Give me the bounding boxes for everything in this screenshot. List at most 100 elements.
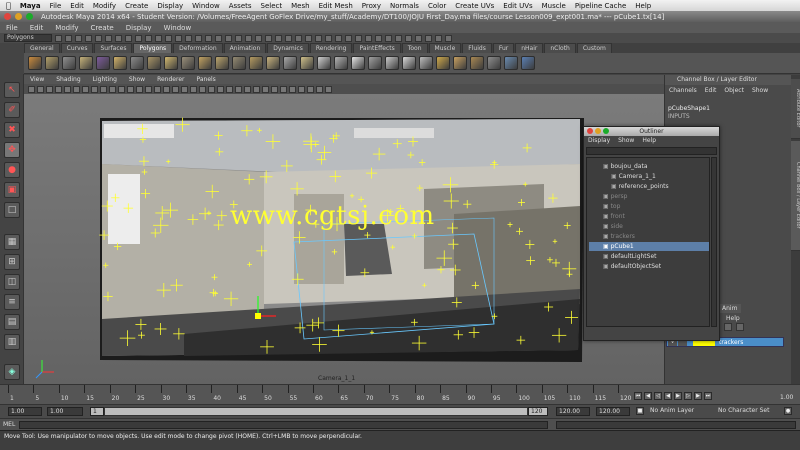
- tab-channel-box[interactable]: Channel Box / Layer Editor: [791, 141, 800, 251]
- app-menu-create[interactable]: Create: [84, 24, 119, 32]
- menu-create-uvs[interactable]: Create UVs: [455, 2, 494, 10]
- playback-start-field[interactable]: 1.00: [47, 407, 83, 416]
- layout-hypershade-icon[interactable]: ▥: [4, 334, 20, 350]
- app-menu-file[interactable]: File: [0, 24, 24, 32]
- tab-attribute-editor[interactable]: Attribute Editor: [791, 79, 800, 139]
- shelf-tab-deformation[interactable]: Deformation: [173, 43, 223, 53]
- shelf-tool-icon[interactable]: [130, 56, 144, 70]
- shelf-tool-icon[interactable]: [28, 56, 42, 70]
- outliner-menu-display[interactable]: Display: [584, 137, 614, 146]
- status-line-icon[interactable]: [265, 34, 272, 42]
- cb-object-name[interactable]: pCubeShape1: [668, 105, 710, 112]
- status-line-icon[interactable]: [165, 34, 172, 42]
- shelf-tool-icon[interactable]: [487, 56, 501, 70]
- viewport-menu-view[interactable]: View: [24, 76, 50, 83]
- layout-outliner-icon[interactable]: ≡: [4, 294, 20, 310]
- viewport-toolbar-icon[interactable]: [289, 85, 296, 93]
- status-line-icon[interactable]: [105, 34, 112, 42]
- status-line-icon[interactable]: [395, 34, 402, 42]
- shelf-tab-painteffects[interactable]: PaintEffects: [353, 43, 401, 53]
- start-time-field[interactable]: 1.00: [8, 407, 42, 416]
- shelf-tab-curves[interactable]: Curves: [60, 43, 94, 53]
- outliner-minimize-button[interactable]: [595, 128, 601, 134]
- menu-normals[interactable]: Normals: [390, 2, 419, 10]
- shelf-tool-icon[interactable]: [436, 56, 450, 70]
- app-menu-display[interactable]: Display: [120, 24, 158, 32]
- viewport-toolbar-icon[interactable]: [244, 85, 251, 93]
- play-back-icon[interactable]: ◀: [664, 392, 672, 400]
- viewport-toolbar-icon[interactable]: [118, 85, 125, 93]
- anim-prefs-icon[interactable]: ■: [636, 407, 644, 415]
- outliner-item-side[interactable]: ▣ side: [589, 222, 709, 231]
- viewport-toolbar-icon[interactable]: [127, 85, 134, 93]
- status-line-icon[interactable]: [155, 34, 162, 42]
- menu-help[interactable]: Help: [635, 2, 651, 10]
- outliner-item-reference-points[interactable]: ▣ reference_points: [589, 182, 709, 191]
- outliner-item-boujou-data[interactable]: ▣ boujou_data: [589, 162, 709, 171]
- status-line-icon[interactable]: [65, 34, 72, 42]
- status-line-icon[interactable]: [425, 34, 432, 42]
- status-line-icon[interactable]: [245, 34, 252, 42]
- viewport-menu-lighting[interactable]: Lighting: [87, 76, 123, 83]
- outliner-menu-show[interactable]: Show: [614, 137, 638, 146]
- viewport-toolbar-icon[interactable]: [172, 85, 179, 93]
- status-line-icon[interactable]: [285, 34, 292, 42]
- go-to-end-icon[interactable]: ⏭: [704, 392, 712, 400]
- menu-maya[interactable]: Maya: [20, 2, 41, 10]
- viewport-menu-show[interactable]: Show: [123, 76, 151, 83]
- outliner-item-pcube1[interactable]: ▣ pCube1: [589, 242, 709, 251]
- outliner-item-camera-1-1[interactable]: ▣ Camera_1_1: [589, 172, 709, 181]
- go-to-start-icon[interactable]: ⏮: [634, 392, 642, 400]
- viewport-toolbar-icon[interactable]: [199, 85, 206, 93]
- status-line-icon[interactable]: [235, 34, 242, 42]
- shelf-tab-rendering[interactable]: Rendering: [309, 43, 353, 53]
- outliner-menu-help[interactable]: Help: [638, 137, 660, 146]
- viewport-toolbar-icon[interactable]: [163, 85, 170, 93]
- shelf-tool-icon[interactable]: [402, 56, 416, 70]
- auto-key-icon[interactable]: ●: [784, 407, 792, 415]
- status-line-icon[interactable]: [345, 34, 352, 42]
- shelf-tab-animation[interactable]: Animation: [223, 43, 267, 53]
- play-forward-icon[interactable]: ▶: [674, 392, 682, 400]
- range-start-handle[interactable]: 1: [90, 407, 104, 416]
- shelf-tool-icon[interactable]: [368, 56, 382, 70]
- menu-proxy[interactable]: Proxy: [362, 2, 381, 10]
- status-line-icon[interactable]: [275, 34, 282, 42]
- shelf-tab-surfaces[interactable]: Surfaces: [94, 43, 133, 53]
- status-line-icon[interactable]: [405, 34, 412, 42]
- status-line-icon[interactable]: [205, 34, 212, 42]
- playback-end-field[interactable]: 120.00: [556, 407, 590, 416]
- shelf-tool-icon[interactable]: [521, 56, 535, 70]
- status-line-icon[interactable]: [335, 34, 342, 42]
- shelf-tool-icon[interactable]: [249, 56, 263, 70]
- status-line-icon[interactable]: [135, 34, 142, 42]
- layout-four-icon[interactable]: ⊞: [4, 254, 20, 270]
- range-slider[interactable]: [104, 407, 528, 416]
- shelf-tool-icon[interactable]: [283, 56, 297, 70]
- select-tool-icon[interactable]: ↖: [4, 82, 20, 98]
- status-line-icon[interactable]: [445, 34, 452, 42]
- shelf-tool-icon[interactable]: [470, 56, 484, 70]
- viewport-toolbar-icon[interactable]: [271, 85, 278, 93]
- cb-inputs-label[interactable]: INPUTS: [668, 113, 690, 120]
- viewport-toolbar-icon[interactable]: [280, 85, 287, 93]
- shelf-tool-icon[interactable]: [45, 56, 59, 70]
- viewport-toolbar-icon[interactable]: [64, 85, 71, 93]
- viewport-toolbar-icon[interactable]: [226, 85, 233, 93]
- layout-single-icon[interactable]: ▦: [4, 234, 20, 250]
- shelf-tool-icon[interactable]: [351, 56, 365, 70]
- status-line-icon[interactable]: [175, 34, 182, 42]
- menu-window[interactable]: Window: [192, 2, 220, 10]
- outliner-item-front[interactable]: ▣ front: [589, 212, 709, 221]
- viewport-toolbar-icon[interactable]: [316, 85, 323, 93]
- anim-layer-selector[interactable]: No Anim Layer: [648, 407, 712, 416]
- shelf-tool-icon[interactable]: [62, 56, 76, 70]
- shelf-tab-nhair[interactable]: nHair: [515, 43, 544, 53]
- viewport-toolbar-icon[interactable]: [91, 85, 98, 93]
- status-line-icon[interactable]: [255, 34, 262, 42]
- shelf-tab-custom[interactable]: Custom: [576, 43, 612, 53]
- outliner-item-defaultlightset[interactable]: ▣ defaultLightSet: [589, 252, 709, 261]
- status-line-icon[interactable]: [185, 34, 192, 42]
- mode-dropdown[interactable]: Polygons: [4, 34, 52, 42]
- scale-tool-icon[interactable]: ▣: [4, 182, 20, 198]
